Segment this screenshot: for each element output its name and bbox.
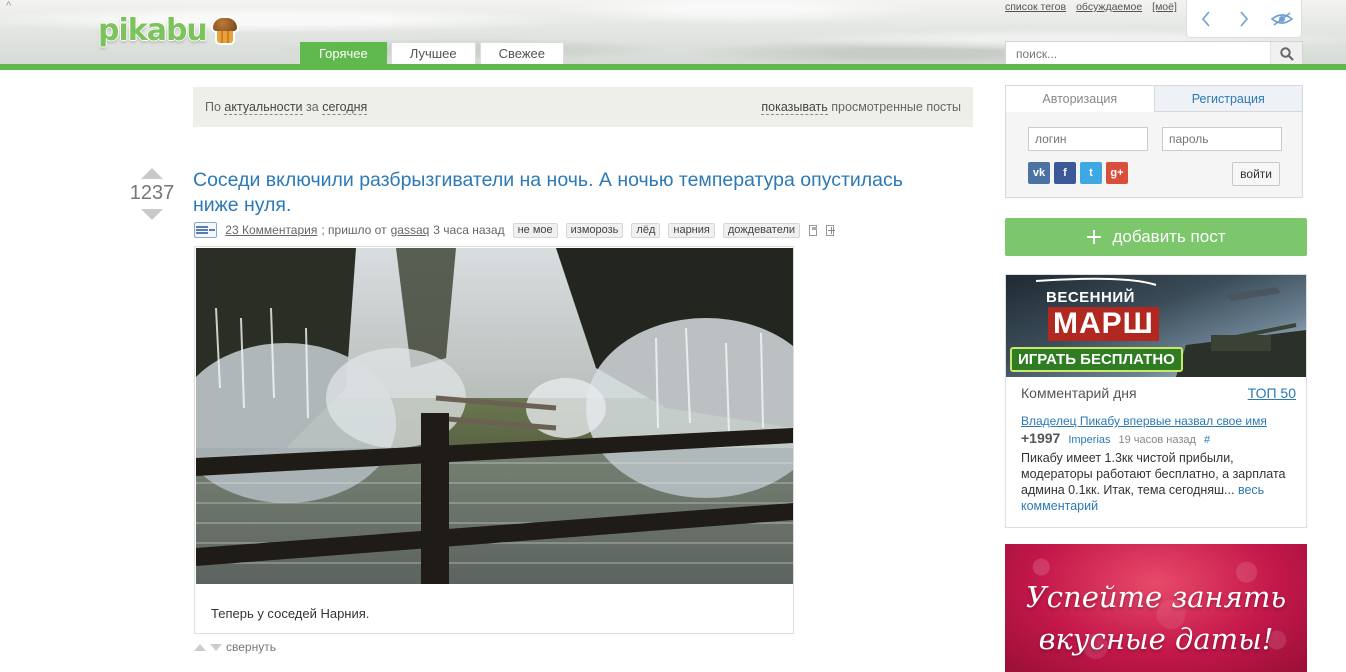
eye-crossed-icon <box>1270 11 1294 26</box>
collapse-label: свернуть <box>226 640 276 654</box>
viewed-posts-label: просмотренные посты <box>831 100 961 114</box>
hide-viewed-button[interactable] <box>1269 6 1295 32</box>
next-post-button[interactable] <box>1231 6 1257 32</box>
tag-item[interactable]: не мое <box>512 222 558 238</box>
promo-line2: вкусные даты! <box>1038 622 1274 656</box>
search-button[interactable] <box>1270 42 1302 65</box>
comment-time: 19 часов назад <box>1118 434 1196 446</box>
auth-tabs: Авторизация Регистрация <box>1006 86 1302 112</box>
from-label: ; пришло от <box>321 223 387 237</box>
ad-play-button[interactable]: ИГРАТЬ БЕСПЛАТНО <box>1010 347 1183 372</box>
mine-link[interactable]: [моё] <box>1152 1 1177 13</box>
downvote-icon[interactable] <box>141 209 163 220</box>
frozen-garden-photo <box>196 248 793 584</box>
comment-meta: +1997 Imperias 19 часов назад # <box>1021 430 1210 446</box>
add-tag-icon[interactable] <box>826 224 835 236</box>
muffin-logo-icon <box>209 14 241 46</box>
period-prefix: за <box>306 100 319 114</box>
collapse-up-icon <box>194 643 206 651</box>
sidebar-widget: ВЕСЕННИЙ МАРШ ИГРАТЬ БЕСПЛАТНО Комментар… <box>1005 274 1307 528</box>
post-image[interactable] <box>196 248 793 584</box>
top50-link[interactable]: ТОП 50 <box>1248 385 1296 401</box>
comment-of-day-title: Комментарий дня <box>1021 385 1137 401</box>
facebook-icon[interactable]: f <box>1054 162 1076 184</box>
twitter-icon[interactable]: t <box>1080 162 1102 184</box>
tab-register[interactable]: Регистрация <box>1154 86 1302 112</box>
comment-permalink[interactable]: # <box>1204 434 1210 446</box>
top-links: список тегов обсуждаемое [моё] <box>1005 1 1177 13</box>
comments-link[interactable]: 23 Комментария <box>225 223 317 237</box>
header-green-bar <box>0 64 1346 70</box>
collapse-down-icon <box>210 643 222 651</box>
prev-post-button[interactable] <box>1193 6 1219 32</box>
tag-item[interactable]: нарния <box>668 222 715 238</box>
password-field[interactable] <box>1162 127 1282 151</box>
comment-author[interactable]: Imperias <box>1068 434 1110 446</box>
tab-fresh[interactable]: Свежее <box>479 42 564 64</box>
sort-filter-bar: По актуальности за сегодня показывать пр… <box>193 87 973 127</box>
discussed-link[interactable]: обсуждаемое <box>1076 1 1142 13</box>
search-icon <box>1279 46 1294 61</box>
promo-banner[interactable]: Успейте занять вкусные даты! <box>1005 544 1307 672</box>
post-rating: 1237 <box>120 168 184 220</box>
post-navigation <box>1186 0 1302 38</box>
period-option[interactable]: сегодня <box>322 100 368 115</box>
plus-icon <box>1087 230 1102 244</box>
login-field[interactable] <box>1028 127 1148 151</box>
tags-list-link[interactable]: список тегов <box>1005 1 1066 13</box>
add-post-label: добавить пост <box>1112 227 1226 246</box>
scroll-up-icon[interactable]: ^ <box>6 0 11 12</box>
post-caption: Теперь у соседей Нарния. <box>211 606 370 621</box>
add-post-button[interactable]: добавить пост <box>1005 218 1307 256</box>
tab-hot[interactable]: Горячее <box>300 42 387 64</box>
post-meta: 23 Комментария ; пришло от gassaq 3 часа … <box>194 221 835 239</box>
comment-post-link[interactable]: Владелец Пикабу впервые назвал свое имя <box>1021 414 1267 428</box>
google-plus-icon[interactable]: g+ <box>1106 162 1128 184</box>
collapse-post-button[interactable]: свернуть <box>194 640 276 654</box>
sort-option[interactable]: актуальности <box>224 100 303 115</box>
login-button[interactable]: войти <box>1232 162 1280 186</box>
sort-selector: По актуальности за сегодня <box>205 100 368 115</box>
tag-item[interactable]: лёд <box>631 222 661 238</box>
ad-line2: МАРШ <box>1048 307 1159 341</box>
save-post-icon[interactable] <box>809 224 817 236</box>
vk-icon[interactable]: vk <box>1028 162 1050 184</box>
ad-line1: ВЕСЕННИЙ <box>1046 289 1135 306</box>
game-ad-banner[interactable]: ВЕСЕННИЙ МАРШ ИГРАТЬ БЕСПЛАТНО <box>1006 275 1306 377</box>
site-logo[interactable]: pikabu <box>98 10 241 50</box>
sort-prefix: По <box>205 100 221 114</box>
search-box <box>1005 41 1303 66</box>
site-header: ^ pikabu Горячее Лучшее Свежее список те… <box>0 0 1346 66</box>
rating-value: 1237 <box>129 182 175 204</box>
tag-item[interactable]: дождеватели <box>722 222 801 238</box>
tag-item[interactable]: изморозь <box>565 222 624 238</box>
search-input[interactable] <box>1006 42 1270 65</box>
post-title[interactable]: Соседи включили разбрызгиватели на ночь.… <box>193 168 953 218</box>
auth-fields <box>1028 127 1282 151</box>
upvote-icon[interactable] <box>141 168 163 179</box>
main-tabs: Горячее Лучшее Свежее <box>300 42 564 64</box>
chevron-left-icon <box>1201 10 1210 27</box>
comment-of-day-header: Комментарий дня ТОП 50 <box>1021 385 1296 401</box>
tab-login[interactable]: Авторизация <box>1006 86 1155 112</box>
auth-panel: Авторизация Регистрация vk f t g+ войти <box>1005 85 1303 198</box>
author-link[interactable]: gassaq <box>391 223 430 237</box>
show-viewed-link[interactable]: показывать <box>761 100 828 115</box>
tab-best[interactable]: Лучшее <box>390 42 476 64</box>
post-view-mode-icon[interactable] <box>194 222 218 238</box>
promo-line1: Успейте занять <box>1025 580 1287 614</box>
comment-score: +1997 <box>1021 430 1061 446</box>
post-content: Теперь у соседей Нарния. <box>194 246 794 634</box>
logo-text: pikabu <box>98 12 208 48</box>
comment-text: Пикабу имеет 1.3кк чистой прибыли, модер… <box>1021 450 1291 514</box>
post-time: 3 часа назад <box>433 223 505 237</box>
social-login: vk f t g+ <box>1028 162 1128 184</box>
chevron-right-icon <box>1240 10 1249 27</box>
viewed-posts-toggle: показывать просмотренные посты <box>761 100 961 115</box>
